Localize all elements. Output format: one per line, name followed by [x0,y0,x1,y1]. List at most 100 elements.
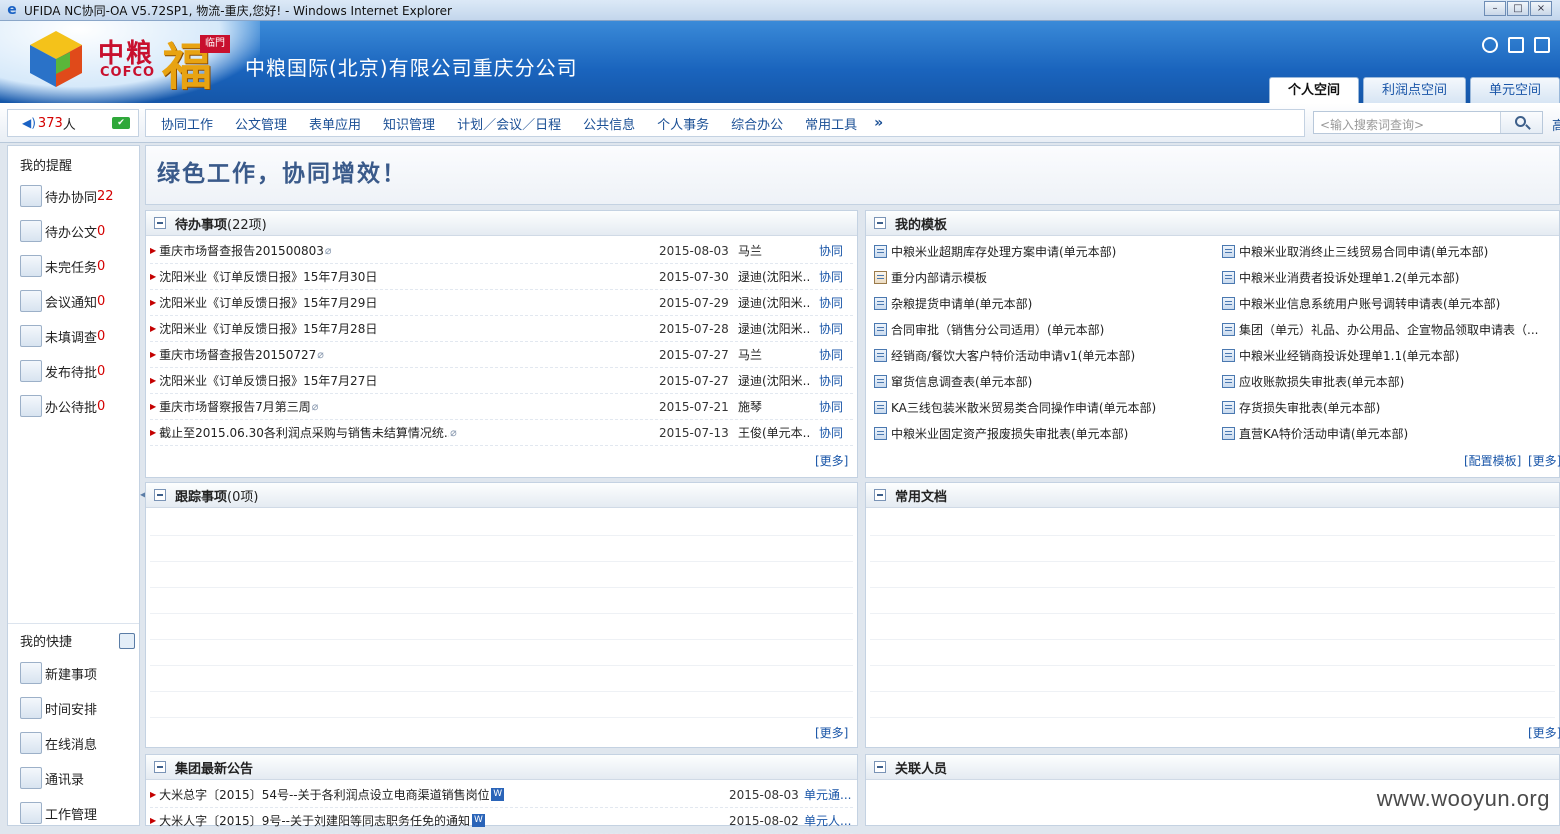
sidebar-item-meetings[interactable]: 会议通知0 [20,290,105,312]
docs-title: 常用文档 [895,486,947,505]
search-box[interactable]: <输入搜索词查询> [1313,111,1543,134]
template-item[interactable]: 窜货信息调查表(单元本部) [874,368,1214,394]
shortcut-new-item[interactable]: 新建事项 [20,662,97,684]
sidebar-item-pending-docs[interactable]: 待办公文0 [20,220,105,242]
menu-item-public[interactable]: 公共信息 [572,114,646,133]
template-item[interactable]: 中粮米业经销商投诉处理单1.1(单元本部) [1222,342,1557,368]
collapse-icon[interactable] [154,489,166,501]
template-item[interactable]: 重分内部请示模板 [874,264,1214,290]
collapse-icon[interactable] [154,761,166,773]
sidebar-item-pending-collab[interactable]: 待办协同22 [20,185,114,207]
empty-row [150,665,853,666]
menu-item-forms[interactable]: 表单应用 [298,114,372,133]
calendar-icon [20,697,42,719]
template-item[interactable]: 存货损失审批表(单元本部) [1222,394,1557,420]
menu-item-office[interactable]: 综合办公 [720,114,794,133]
slogan-text: 绿色工作，协同增效！ [157,154,407,188]
template-item[interactable]: 中粮米业信息系统用户账号调转申请表(单元本部) [1222,290,1557,316]
table-row[interactable]: ▶沈阳米业《订单反馈日报》15年7月30日2015-07-30逯迪(沈阳米...… [150,264,853,290]
menu-more-button[interactable]: » [868,115,883,131]
menu-item-collab[interactable]: 协同工作 [150,114,224,133]
close-button[interactable]: × [1530,1,1552,16]
template-item[interactable]: 中粮米业消费者投诉处理单1.2(单元本部) [1222,264,1557,290]
list-item[interactable]: ▶大米总字〔2015〕54号--关于各利润点设立电商渠道销售岗位...W2015… [150,782,853,808]
tab-unit-space[interactable]: 单元空间 [1470,77,1560,103]
tab-personal-space[interactable]: 个人空间 [1269,77,1359,103]
shortcut-schedule[interactable]: 时间安排 [20,697,97,719]
attachment-icon: ⌀ [450,426,457,439]
table-row[interactable]: ▶重庆市场督察报告7月第三周⌀2015-07-21施琴协同 [150,394,853,420]
shortcut-contacts[interactable]: 通讯录 [20,767,84,789]
online-users[interactable]: ◀) 373 人 ✔ [7,109,139,137]
form-icon [1222,245,1235,258]
templates-panel: 我的模板 中粮米业超期库存处理方案申请(单元本部) 重分内部请示模板 杂粮提货申… [865,210,1560,478]
window-titlebar: e UFIDA NC协同-OA V5.72SP1, 物流-重庆,您好! - Wi… [0,0,1560,21]
empty-row [870,665,1555,666]
empty-row [150,561,853,562]
template-item[interactable]: 中粮米业固定资产报废损失审批表(单元本部) [874,420,1214,446]
list-item[interactable]: ▶大米人字〔2015〕9号--关于刘建阳等同志职务任免的通知W2015-08-0… [150,808,853,834]
menu-item-knowledge[interactable]: 知识管理 [372,114,446,133]
table-row[interactable]: ▶沈阳米业《订单反馈日报》15年7月27日2015-07-27逯迪(沈阳米...… [150,368,853,394]
form-icon [1222,271,1235,284]
todo-header: 待办事项 (22项) [146,211,857,236]
message-icon [20,732,42,754]
template-item[interactable]: 中粮米业超期库存处理方案申请(单元本部) [874,238,1214,264]
shortcut-config-icon[interactable] [119,633,135,649]
shortcut-work-manage[interactable]: 工作管理 [20,802,97,824]
empty-row [150,587,853,588]
collapse-icon[interactable] [874,761,886,773]
people-header: 关联人员 [866,755,1559,780]
sidebar-item-tasks[interactable]: 未完任务0 [20,255,105,277]
table-row[interactable]: ▶沈阳米业《订单反馈日报》15年7月29日2015-07-29逯迪(沈阳米...… [150,290,853,316]
sidebar-item-office[interactable]: 办公待批0 [20,395,105,417]
status-dropdown-icon[interactable]: ✔ [112,117,130,129]
todo-more-link[interactable]: [更多] [815,452,848,469]
collapse-icon[interactable] [874,489,886,501]
search-button[interactable] [1500,112,1542,133]
template-item[interactable]: 集团（单元）礼品、办公用品、企宣物品领取申请表（... [1222,316,1557,342]
collapse-icon[interactable] [154,217,166,229]
sidebar-divider [8,623,139,624]
template-item[interactable]: 合同审批（销售分公司适用）(单元本部) [874,316,1214,342]
sidebar-item-publish[interactable]: 发布待批0 [20,360,105,382]
tab-profit-space[interactable]: 利润点空间 [1363,77,1466,103]
user-icon[interactable] [1508,37,1524,53]
close-icon[interactable] [1534,37,1550,53]
table-row[interactable]: ▶截止至2015.06.30各利润点采购与销售未结算情况统...⌀2015-07… [150,420,853,446]
search-input[interactable]: <输入搜索词查询> [1320,116,1424,133]
maximize-button[interactable]: □ [1507,1,1529,16]
nav-extra-link[interactable]: 高 [1552,115,1560,134]
table-row[interactable]: ▶重庆市场督查报告201500803⌀2015-08-03马兰协同 [150,238,853,264]
empty-row [150,717,853,718]
sidebar-item-surveys[interactable]: 未填调查0 [20,325,105,347]
collapse-icon[interactable] [874,217,886,229]
template-item[interactable]: 中粮米业取消终止三线贸易合同申请(单元本部) [1222,238,1557,264]
template-item[interactable]: KA三线包装米散米贸易类合同操作申请(单元本部) [874,394,1214,420]
fu-seal: 临門 [200,35,230,53]
template-item[interactable]: 直营KA特价活动申请(单元本部) [1222,420,1557,446]
tracking-more-link[interactable]: [更多] [815,724,848,741]
docs-more-link[interactable]: [更多] [1528,724,1560,741]
template-item[interactable]: 经销商/餐饮大客户特价活动申请v1(单元本部) [874,342,1214,368]
menu-item-tools[interactable]: 常用工具 [794,114,868,133]
minimize-button[interactable]: – [1484,1,1506,16]
collab-icon [20,185,42,207]
todo-panel: 待办事项 (22项) ▶重庆市场督查报告201500803⌀2015-08-03… [145,210,858,478]
config-templates-link[interactable]: [配置模板] [1464,452,1521,469]
tracking-header: 跟踪事项 (0项) [146,483,857,508]
table-row[interactable]: ▶沈阳米业《订单反馈日报》15年7月28日2015-07-28逯迪(沈阳米...… [150,316,853,342]
table-row[interactable]: ▶重庆市场督查报告20150727⌀2015-07-27马兰协同 [150,342,853,368]
menu-item-docs[interactable]: 公文管理 [224,114,298,133]
templates-more-link[interactable]: [更多] [1528,452,1560,469]
app-header: 中粮 COFCO 福 临門 中粮国际(北京)有限公司重庆分公司 个人空间 利润点… [0,21,1560,103]
menu-item-plan[interactable]: 计划／会议／日程 [446,114,572,133]
main-menu: 协同工作 公文管理 表单应用 知识管理 计划／会议／日程 公共信息 个人事务 综… [145,109,1305,137]
template-item[interactable]: 应收账款损失审批表(单元本部) [1222,368,1557,394]
menu-item-personal[interactable]: 个人事务 [646,114,720,133]
shortcuts-title: 我的快捷 [20,631,72,650]
template-item[interactable]: 杂粮提货申请单(单元本部) [874,290,1214,316]
window-controls: – □ × [1484,1,1552,16]
refresh-icon[interactable] [1482,37,1498,53]
shortcut-messages[interactable]: 在线消息 [20,732,97,754]
